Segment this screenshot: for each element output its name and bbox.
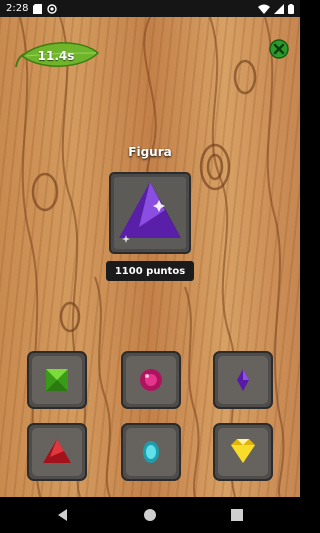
figure-label: Figura [128, 145, 172, 159]
home-button[interactable] [142, 507, 158, 523]
cyan-oval-gem-icon [121, 423, 181, 481]
back-button[interactable] [55, 507, 71, 523]
recents-icon [231, 509, 243, 521]
gem-option-4[interactable] [27, 423, 87, 481]
close-icon [269, 39, 289, 59]
back-icon [58, 509, 67, 521]
wifi-icon [258, 4, 270, 14]
gem-option-1[interactable] [27, 351, 87, 409]
target-figure-tile [109, 172, 191, 254]
gem-option-3[interactable] [213, 351, 273, 409]
green-square-gem-icon [27, 351, 87, 409]
yellow-diamond-gem-icon [213, 423, 273, 481]
gem-option-5[interactable] [121, 423, 181, 481]
purple-small-gem-icon [213, 351, 273, 409]
battery-icon [288, 3, 294, 14]
red-triangle-gem-icon [27, 423, 87, 481]
sd-card-icon [33, 3, 43, 14]
close-button[interactable] [269, 39, 289, 59]
timer-text: 11.4s [37, 49, 75, 63]
home-icon [144, 509, 156, 521]
pink-round-gem-icon [121, 351, 181, 409]
signal-icon [274, 3, 284, 14]
no-signal-icon [47, 3, 58, 14]
points-label: 1100 puntos [106, 261, 194, 281]
status-bar: 2:28 [0, 0, 300, 17]
game-board: 11.4s Figura 1100 puntos [0, 17, 300, 497]
timer-badge: 11.4s [12, 41, 100, 71]
status-time: 2:28 [6, 3, 29, 14]
recents-button[interactable] [229, 507, 245, 523]
gem-option-6[interactable] [213, 423, 273, 481]
navigation-bar [0, 497, 300, 533]
gem-option-2[interactable] [121, 351, 181, 409]
purple-triangle-gem-icon [109, 172, 191, 254]
